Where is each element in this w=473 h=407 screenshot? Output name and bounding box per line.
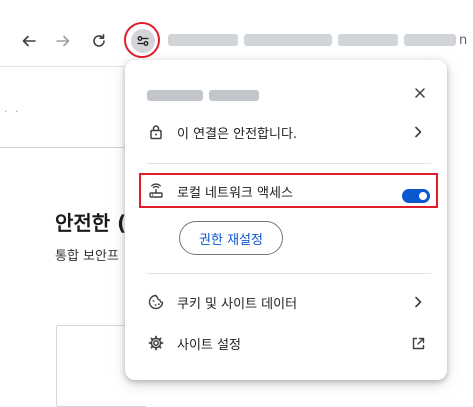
page-subtext: 통합 보안프 [55,249,119,264]
site-info-button[interactable] [131,29,155,53]
url-redacted [338,34,398,46]
connection-secure-row[interactable]: 이 연결은 안전합니다. [125,117,447,147]
arrow-left-icon [22,35,36,47]
url-redacted [404,34,456,46]
close-icon [415,88,425,98]
tune-icon [137,36,149,46]
popup-title-redacted [209,90,259,101]
reset-permissions-button[interactable]: 권한 재설정 [179,221,283,255]
nav-rule [0,147,125,148]
toggle-knob [419,192,427,200]
divider [147,273,431,274]
chevron-right-icon [411,295,425,309]
cookies-site-data-row[interactable]: 쿠키 및 사이트 데이터 [125,287,447,317]
arrow-right-icon [56,35,70,47]
local-network-row[interactable]: 로컬 네트워크 액세스 [125,176,447,206]
close-button[interactable] [410,83,430,103]
lock-icon [147,123,165,141]
url-text-tail: n [459,33,468,48]
local-network-toggle[interactable] [402,189,430,203]
nav-marker: · · [4,105,21,118]
local-network-icon [147,182,165,200]
open-in-new-icon [411,336,425,350]
url-redacted [168,34,238,46]
local-network-label: 로컬 네트워크 액세스 [177,185,293,201]
site-settings-row[interactable]: 사이트 설정 [125,328,447,358]
reload-button[interactable] [88,30,110,52]
page-heading: 안전한 ( [55,211,127,235]
divider [147,163,431,164]
site-info-popup: 이 연결은 안전합니다. 로컬 네트워크 액세스 권한 재설정 쿠키 및 사이트… [125,60,447,380]
chevron-right-icon [411,125,425,139]
forward-button[interactable] [52,30,74,52]
back-button[interactable] [18,30,40,52]
url-redacted [244,34,332,46]
reload-icon [93,34,105,47]
connection-secure-label: 이 연결은 안전합니다. [177,126,298,142]
cookie-icon [147,293,165,311]
site-settings-label: 사이트 설정 [177,337,241,353]
popup-title-redacted [147,90,203,101]
cookies-site-data-label: 쿠키 및 사이트 데이터 [177,296,298,312]
settings-gear-icon [147,334,165,352]
